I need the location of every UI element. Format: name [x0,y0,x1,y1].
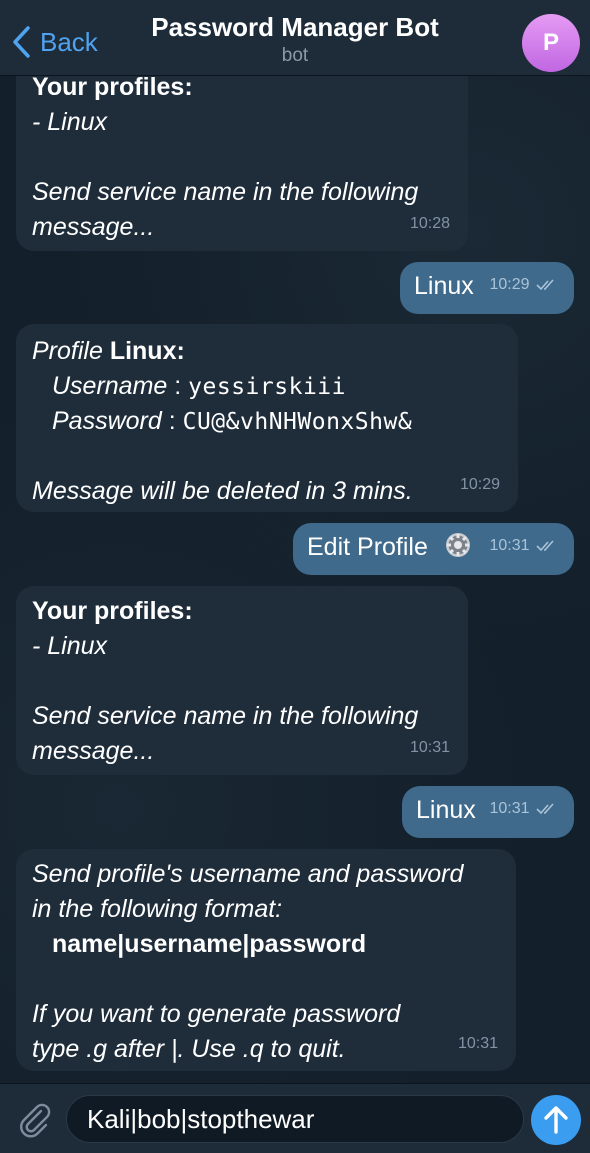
profile-name: Linux: [109,337,185,365]
password-label: Password [52,407,162,435]
message-time: 10:31 [457,1035,498,1052]
profile-list-item: - Linux [32,632,108,660]
password-sep: : [161,407,183,435]
message-time-row: 10:29 [490,267,561,302]
message-time-row: 10:31 [490,528,561,563]
paperclip-icon[interactable] [14,1098,54,1138]
user-message-edit-profile[interactable]: Edit Profile 10:31 [293,523,574,575]
read-ticks-icon [536,279,554,290]
send-button[interactable] [531,1095,581,1145]
profile-list-item: - Linux [32,108,108,136]
message-time: 10:31 [409,739,450,756]
chevron-left-icon [13,26,30,58]
user-message-linux-1[interactable]: Linux 10:29 [400,262,574,314]
avatar[interactable]: P [522,14,580,72]
profile-title: Profile Linux: [32,334,502,369]
back-button[interactable]: Back [10,22,98,62]
username-sep: : [167,372,189,400]
password-value[interactable]: CU@&vhNHWonxShw& [183,409,413,435]
message-time: 10:31 [489,537,530,554]
deletion-note: Message will be deleted in 3 mins. [32,477,413,505]
username-label: Username [52,372,168,400]
user-message-linux-2[interactable]: Linux 10:31 [402,786,574,838]
message-heading: Your profiles: [32,597,193,625]
message-text: Edit Profile [307,533,428,561]
password-row: Password : CU@&vhNHWonxShw& [32,404,502,439]
message-time-row: 10:31 [490,791,561,826]
bot-message-profiles-1[interactable]: Your profiles: - Linux Send service name… [16,60,468,251]
back-label: Back [40,26,98,57]
message-prompt: Send service name in the following [32,178,419,206]
arrow-up-icon [544,1106,568,1134]
message-time: 10:31 [489,800,530,817]
read-ticks-icon [536,540,554,551]
message-input[interactable]: Kali|bob|stopthewar [66,1095,524,1143]
message-time: 10:29 [489,276,530,293]
read-ticks-icon [536,803,554,814]
bot-message-profile-details[interactable]: Profile Linux: Username : yessirskiii Pa… [16,324,518,512]
message-time: 10:28 [409,215,450,232]
message-composer: Kali|bob|stopthewar [0,1083,590,1153]
username-row: Username : yessirskiii [32,369,502,404]
gear-icon [445,533,470,557]
instruction-line: in the following format: [32,895,283,923]
message-time: 10:29 [459,476,500,493]
instruction-line: If you want to generate password [32,1000,401,1028]
bot-message-format-instructions[interactable]: Send profile's username and password in … [16,849,516,1071]
bot-message-profiles-2[interactable]: Your profiles: - Linux Send service name… [16,586,468,775]
chat-header: Back Password Manager Bot bot P [0,0,590,76]
message-text: Linux [414,272,474,300]
profile-prefix: Profile [32,337,110,365]
format-example: name|username|password [52,930,367,958]
message-prompt: Send service name in the following [32,702,419,730]
message-prompt-cont: message... [32,737,155,765]
instruction-line: type .g after |. Use .q to quit. [32,1035,346,1063]
message-text: Linux [416,796,476,824]
instruction-line: Send profile's username and password [32,860,464,888]
username-value[interactable]: yessirskiii [188,374,346,400]
message-prompt-cont: message... [32,213,155,241]
